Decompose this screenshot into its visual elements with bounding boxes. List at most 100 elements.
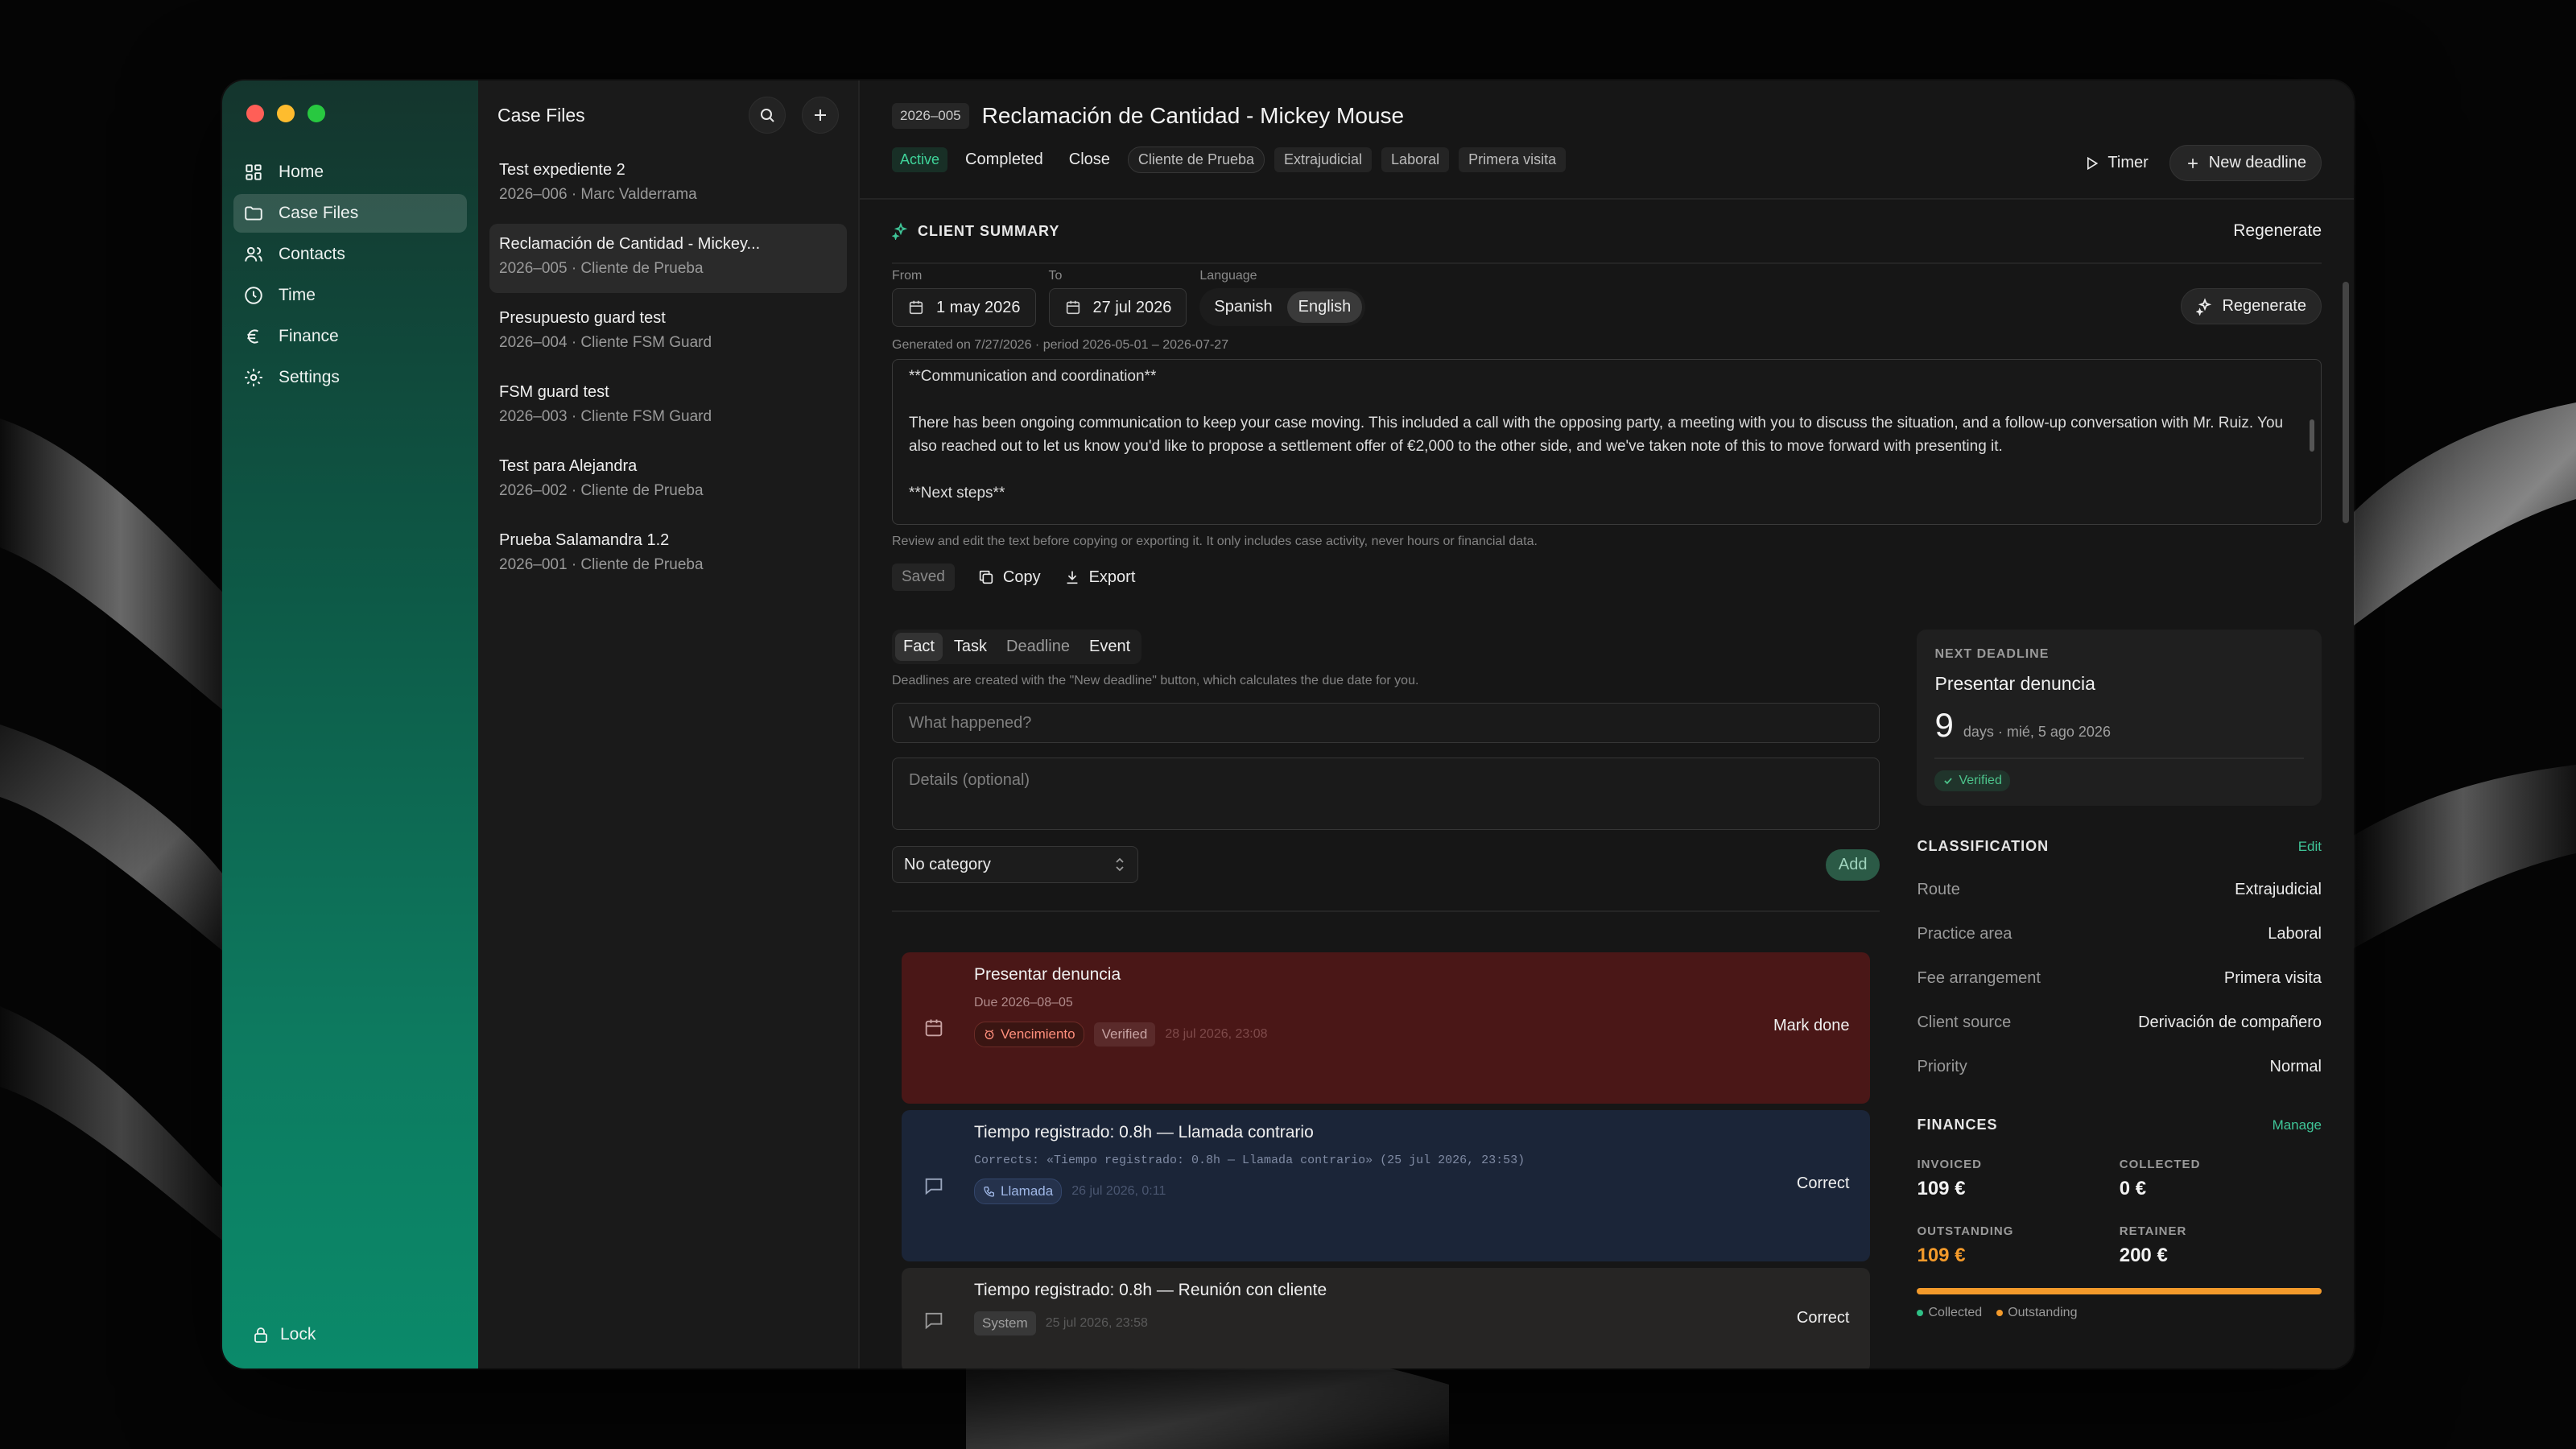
correct-button[interactable]: Correct <box>1797 1309 1850 1327</box>
copy-icon <box>979 570 993 584</box>
regenerate-button[interactable]: Regenerate <box>2181 288 2322 324</box>
divider <box>892 910 1880 912</box>
case-item[interactable]: Test expediente 2 2026–006 · Marc Valder… <box>489 150 847 219</box>
case-header: 2026–005 Reclamación de Cantidad - Micke… <box>860 80 2354 200</box>
practice-area-tag: Laboral <box>1381 147 1450 172</box>
case-code-badge: 2026–005 <box>892 103 969 129</box>
timeline-event-time-entry[interactable]: Tiempo registrado: 0.8h — Reunión con cl… <box>902 1268 1871 1368</box>
copy-button[interactable]: Copy <box>977 568 1041 587</box>
status-active-button[interactable]: Active <box>892 147 948 172</box>
sidebar-item-label: Time <box>279 286 316 304</box>
case-item[interactable]: Presupuesto guard test 2026–004 · Client… <box>489 298 847 367</box>
tab-deadline[interactable]: Deadline <box>998 633 1078 661</box>
tab-task[interactable]: Task <box>946 633 995 661</box>
tab-event[interactable]: Event <box>1081 633 1138 661</box>
days-remaining-text: days · mié, 5 ago 2026 <box>1963 724 2111 740</box>
phone-icon <box>984 1187 994 1197</box>
classification-key: Priority <box>1917 1058 1967 1075</box>
new-deadline-button[interactable]: New deadline <box>2169 145 2322 181</box>
to-label: To <box>1048 269 1063 283</box>
what-happened-placeholder: What happened? <box>909 713 1032 732</box>
timer-button[interactable]: Timer <box>2074 147 2157 179</box>
correct-button[interactable]: Correct <box>1797 1174 1850 1193</box>
classification-row: Client source Derivación de compañero <box>1917 1013 2322 1032</box>
summary-textarea[interactable]: **Communication and coordination** There… <box>892 359 2322 525</box>
zoom-window-button[interactable] <box>308 105 325 122</box>
language-toggle: Spanish English <box>1199 288 1366 326</box>
case-item-selected[interactable]: Reclamación de Cantidad - Mickey... 2026… <box>489 224 847 293</box>
invoiced-label: INVOICED <box>1917 1158 1982 1171</box>
event-timeline: Presentar denuncia Due 2026–08–05 Vencim… <box>892 952 1880 1368</box>
collected-label: COLLECTED <box>2119 1158 2201 1171</box>
status-completed-button[interactable]: Completed <box>957 147 1051 172</box>
entry-type-tabs: Fact Task Deadline Event <box>892 630 1142 664</box>
tab-fact[interactable]: Fact <box>895 633 943 661</box>
copy-label: Copy <box>1002 568 1041 586</box>
client-tag[interactable]: Cliente de Prueba <box>1127 147 1265 173</box>
textarea-scrollbar[interactable] <box>2310 419 2314 452</box>
chevron-updown-icon <box>1116 857 1124 872</box>
regenerate-link[interactable]: Regenerate <box>2233 221 2322 241</box>
timeline-event-time-entry[interactable]: Tiempo registrado: 0.8h — Llamada contra… <box>902 1110 1871 1261</box>
verified-badge: Verified <box>1093 1022 1156 1046</box>
mark-done-button[interactable]: Mark done <box>1773 1017 1850 1035</box>
new-deadline-label: New deadline <box>2208 154 2306 171</box>
classification-key: Route <box>1917 881 1960 898</box>
comment-icon <box>925 1178 943 1195</box>
regenerate-button-label: Regenerate <box>2222 297 2306 315</box>
export-label: Export <box>1088 568 1136 586</box>
status-close-button[interactable]: Close <box>1061 147 1118 172</box>
legend-outstanding: Outstanding <box>1996 1306 2077 1320</box>
finance-legend: Collected Outstanding <box>1917 1306 2322 1320</box>
finances-manage-link[interactable]: Manage <box>2273 1117 2322 1133</box>
route-tag: Extrajudicial <box>1274 147 1373 172</box>
details-input[interactable]: Details (optional) <box>892 758 1880 830</box>
sparkle-icon <box>892 222 908 240</box>
search-cases-button[interactable] <box>749 97 786 134</box>
sidebar-item-finance[interactable]: Finance <box>233 317 467 356</box>
what-happened-input[interactable]: What happened? <box>892 703 1880 743</box>
case-subtitle: 2026–006 · Marc Valderrama <box>499 186 697 203</box>
language-spanish-option[interactable]: Spanish <box>1203 291 1283 323</box>
case-item[interactable]: Prueba Salamandra 1.2 2026–001 · Cliente… <box>489 520 847 589</box>
classification-value: Extrajudicial <box>2235 881 2322 898</box>
classification-value: Laboral <box>2268 925 2322 943</box>
language-label: Language <box>1199 269 1257 283</box>
case-subtitle: 2026–001 · Cliente de Prueba <box>499 556 704 573</box>
case-item[interactable]: Test para Alejandra 2026–002 · Cliente d… <box>489 446 847 515</box>
classification-edit-link[interactable]: Edit <box>2298 839 2322 855</box>
users-icon <box>245 246 262 262</box>
sidebar-item-label: Home <box>279 163 324 181</box>
event-timestamp: 25 jul 2026, 23:58 <box>1045 1316 1148 1330</box>
close-window-button[interactable] <box>246 105 264 122</box>
entry-hint: Deadlines are created with the "New dead… <box>892 674 1419 687</box>
sidebar-item-settings[interactable]: Settings <box>233 358 467 397</box>
export-button[interactable]: Export <box>1063 568 1136 587</box>
event-title: Tiempo registrado: 0.8h — Llamada contra… <box>974 1123 1314 1141</box>
from-date-picker[interactable]: 1 may 2026 <box>892 288 1036 327</box>
case-item[interactable]: FSM guard test 2026–003 · Cliente FSM Gu… <box>489 372 847 441</box>
classification-row: Priority Normal <box>1917 1058 2322 1076</box>
case-subtitle: 2026–005 · Cliente de Prueba <box>499 260 704 277</box>
alarm-icon <box>985 1030 994 1039</box>
language-english-option[interactable]: English <box>1286 291 1363 323</box>
timeline-event-deadline[interactable]: Presentar denuncia Due 2026–08–05 Vencim… <box>902 952 1871 1104</box>
minimize-window-button[interactable] <box>277 105 295 122</box>
add-case-button[interactable] <box>802 97 839 134</box>
sidebar-item-case-files[interactable]: Case Files <box>233 194 467 233</box>
category-select[interactable]: No category <box>892 846 1138 883</box>
event-type-badge: Llamada <box>974 1179 1063 1204</box>
next-deadline-card[interactable]: NEXT DEADLINE Presentar denuncia 9 days … <box>1917 630 2322 806</box>
lock-button[interactable]: Lock <box>251 1325 316 1344</box>
sparkle-icon <box>2196 297 2212 316</box>
sidebar-item-contacts[interactable]: Contacts <box>233 235 467 274</box>
check-icon <box>1944 778 1953 785</box>
sidebar-nav: Home Case Files Contacts Time Finance Se… <box>222 153 478 397</box>
sidebar-item-home[interactable]: Home <box>233 153 467 192</box>
sidebar-item-time[interactable]: Time <box>233 276 467 315</box>
from-date-value: 1 may 2026 <box>936 298 1021 316</box>
lock-label: Lock <box>280 1325 316 1344</box>
add-entry-button[interactable]: Add <box>1825 848 1880 881</box>
main-scrollbar[interactable] <box>2343 282 2349 523</box>
to-date-picker[interactable]: 27 jul 2026 <box>1048 288 1187 327</box>
